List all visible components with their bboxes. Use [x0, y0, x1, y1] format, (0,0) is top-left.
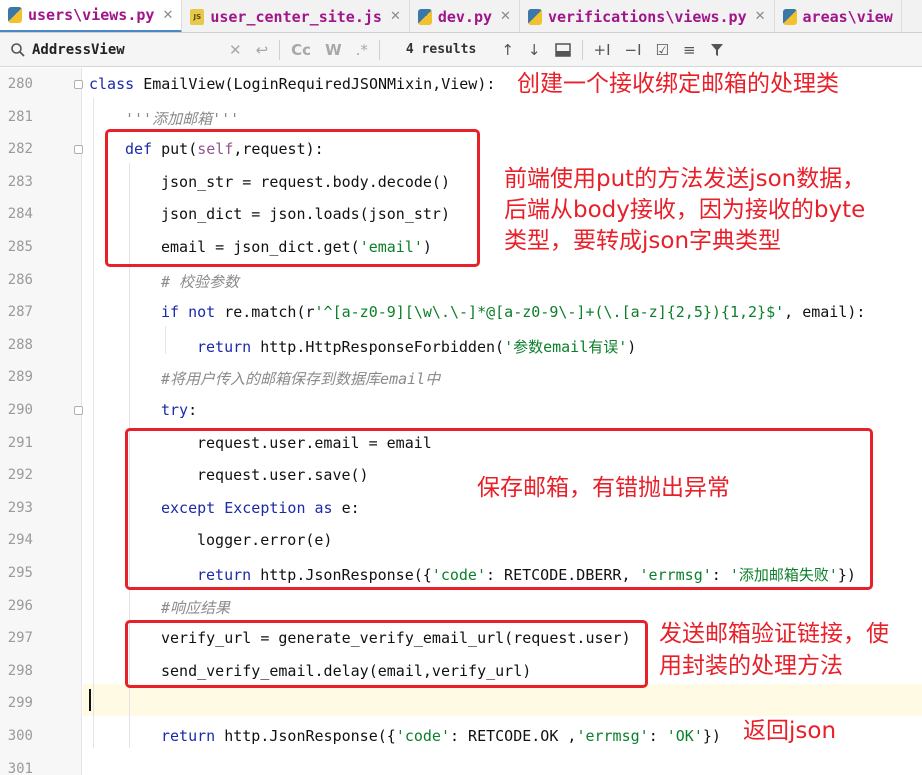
editor-tab-bar: users\views.py ✕ JS user_center_site.js …: [0, 0, 922, 33]
line-number: 301: [7, 760, 33, 775]
code-line[interactable]: 301: [0, 753, 922, 775]
code-line[interactable]: 287 if not re.match(r'^[a-z0-9][\w\.\-]*…: [0, 296, 922, 329]
code-text: return http.JsonResponse({'code': RETCOD…: [161, 727, 721, 745]
line-number: 292: [7, 467, 33, 484]
separator: [279, 39, 281, 60]
line-number: 288: [7, 336, 33, 353]
line-number: 295: [7, 565, 33, 581]
line-number: 280: [7, 76, 33, 92]
line-number: 290: [7, 402, 33, 418]
line-number: 287: [7, 304, 33, 321]
close-icon[interactable]: ✕: [500, 9, 511, 24]
code-text: if not re.match(r'^[a-z0-9][\w\.\-]*@[a-…: [161, 303, 866, 322]
annotation-return-note: 返回json: [743, 718, 837, 744]
line-number: 285: [7, 239, 33, 255]
tab-users-views[interactable]: users\views.py ✕: [0, 0, 183, 32]
annotation-put-note-1: 前端使用put的方法发送json数据，: [504, 166, 866, 192]
tab-areas-views[interactable]: areas\view: [775, 0, 902, 32]
annotation-box-save: [125, 428, 873, 590]
code-line[interactable]: 286 # 校验参数: [0, 264, 922, 297]
code-text: '''添加邮箱''': [125, 109, 240, 128]
annotation-save-note: 保存邮箱，有错抛出异常: [477, 475, 730, 501]
code-line[interactable]: 296 #响应结果: [0, 590, 922, 623]
code-editor[interactable]: 280 class EmailView(LoginRequiredJSONMix…: [0, 68, 922, 775]
line-number: 299: [7, 695, 33, 712]
tab-label: user_center_site.js: [210, 7, 382, 26]
annotation-put-note-3: 类型，要转成json字典类型: [504, 228, 782, 254]
annotation-put-note-2: 后端从body接收，因为接收的byte: [504, 197, 866, 223]
tab-label: dev.py: [437, 7, 493, 26]
line-number: 294: [7, 532, 33, 549]
select-all-occurrences-icon[interactable]: [554, 42, 571, 57]
line-number: 300: [7, 728, 33, 744]
tab-label: verifications\views.py: [547, 7, 747, 26]
whole-words-icon[interactable]: W: [325, 41, 342, 59]
find-bar: ✕ ↩ Cc W .* 4 results ↑ ↓ +I −I ☑ ≡: [0, 33, 922, 67]
select-all-icon[interactable]: ☑: [656, 41, 669, 59]
line-number: 286: [7, 271, 33, 288]
code-text: # 校验参数: [161, 272, 240, 291]
close-icon[interactable]: ✕: [162, 8, 173, 23]
close-icon[interactable]: ✕: [390, 9, 401, 24]
js-file-icon: JS: [190, 8, 205, 25]
annotation-class-note: 创建一个接收绑定邮箱的处理类: [517, 71, 839, 97]
line-number: 297: [7, 630, 33, 647]
line-number: 283: [7, 173, 33, 190]
search-results-count: 4 results: [405, 42, 477, 57]
tab-label: users\views.py: [28, 6, 155, 24]
tab-user-center-site[interactable]: JS user_center_site.js ✕: [182, 0, 410, 32]
code-text: class EmailView(LoginRequiredJSONMixin,V…: [89, 75, 496, 93]
match-case-icon[interactable]: Cc: [291, 41, 311, 59]
search-input[interactable]: [32, 41, 222, 58]
code-text: #响应结果: [161, 598, 231, 617]
annotation-verify-note-2: 用封装的处理方法: [659, 653, 843, 679]
python-file-icon: [782, 8, 797, 25]
line-number: 296: [7, 597, 33, 614]
annotation-box-verify: [125, 620, 648, 688]
code-text: return http.HttpResponseForbidden('参数ema…: [197, 337, 637, 356]
clear-icon[interactable]: ✕: [229, 41, 242, 59]
arrow-up-icon[interactable]: ↑: [501, 41, 514, 59]
regex-icon[interactable]: .*: [356, 41, 368, 59]
close-icon[interactable]: ✕: [755, 9, 766, 24]
separator: [378, 39, 380, 60]
code-line[interactable]: 288 return http.HttpResponseForbidden('参…: [0, 329, 922, 362]
code-text: #将用户传入的邮箱保存到数据库email中: [161, 370, 441, 389]
tab-label: areas\view: [802, 7, 893, 26]
python-file-icon: [417, 8, 432, 25]
python-file-icon: [8, 7, 22, 23]
line-number: 289: [7, 369, 33, 386]
arrow-down-icon[interactable]: ↓: [528, 41, 541, 59]
line-number: 281: [7, 108, 33, 125]
python-file-icon: [527, 8, 542, 25]
code-text: try:: [161, 401, 198, 419]
filter-lines-icon[interactable]: ≡: [683, 41, 696, 59]
tab-verifications-views[interactable]: verifications\views.py ✕: [520, 0, 775, 32]
search-icon[interactable]: [4, 42, 32, 58]
line-number: 293: [7, 499, 33, 516]
new-line-icon[interactable]: ↩: [256, 41, 269, 59]
line-number: 282: [7, 141, 33, 158]
line-number: 284: [7, 206, 33, 223]
add-selection-icon[interactable]: +I: [594, 41, 611, 59]
filter-icon[interactable]: [710, 43, 724, 57]
line-number: 291: [7, 434, 33, 451]
separator: [581, 39, 583, 60]
annotation-verify-note-1: 发送邮箱验证链接，使: [659, 621, 889, 647]
code-line[interactable]: 290 try:: [0, 394, 922, 427]
line-number: 298: [7, 662, 33, 679]
tab-dev[interactable]: dev.py ✕: [410, 0, 520, 32]
annotation-box-put: [105, 129, 480, 267]
remove-selection-icon[interactable]: −I: [625, 41, 642, 59]
code-line[interactable]: 289 #将用户传入的邮箱保存到数据库email中: [0, 361, 922, 394]
